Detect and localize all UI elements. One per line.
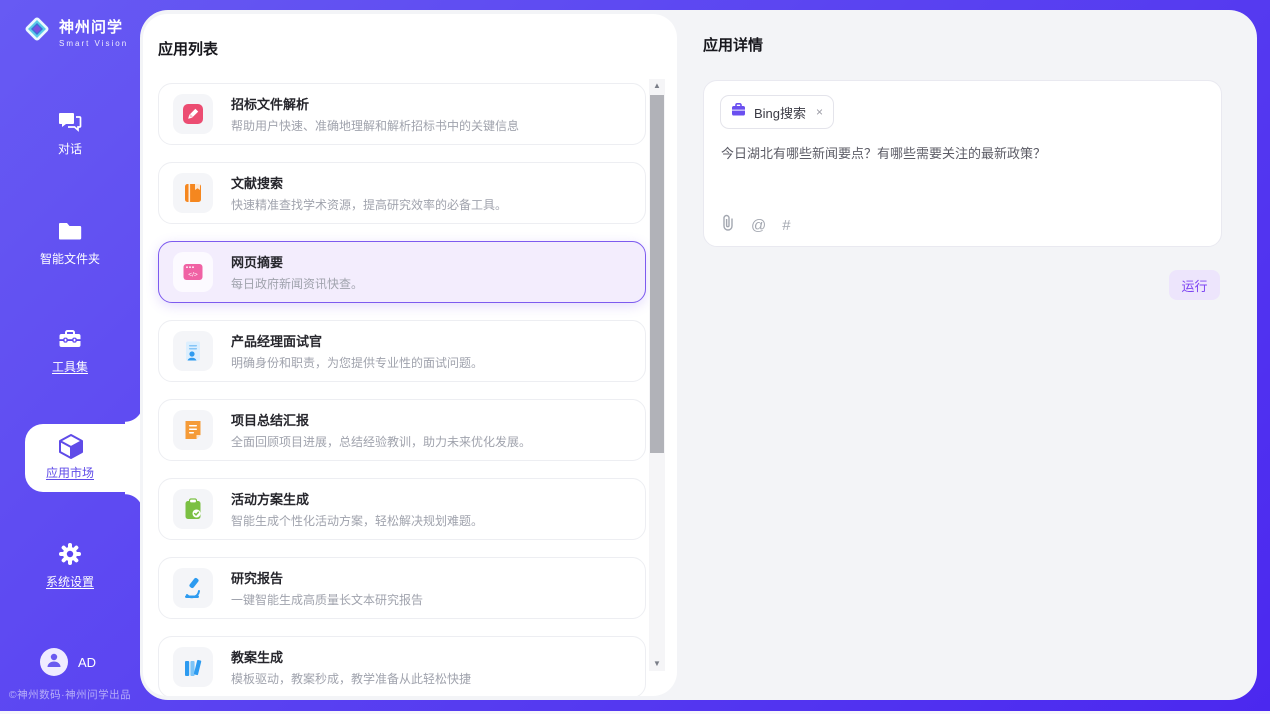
sidebar-item-app-market[interactable]: 应用市场	[0, 432, 140, 482]
folder-icon	[57, 218, 83, 244]
user-account[interactable]: AD	[40, 648, 96, 676]
app-card-desc: 全面回顾项目进展，总结经验教训，助力未来优化发展。	[231, 433, 531, 450]
sidebar-item-label: 对话	[58, 142, 82, 156]
app-card-lesson-plan[interactable]: 教案生成 模板驱动，教案秒成，教学准备从此轻松快捷	[158, 636, 646, 696]
app-card-pm-interviewer[interactable]: 产品经理面试官 明确身份和职责，为您提供专业性的面试问题。	[158, 320, 646, 382]
app-card-research-report[interactable]: 研究报告 一键智能生成高质量长文本研究报告	[158, 557, 646, 619]
app-list-panel: 应用列表 招标文件解析 帮助用户快速、准确地理解和解析招标书中的关键信息	[143, 14, 677, 696]
briefcase-icon	[731, 102, 746, 122]
toolbox-icon	[57, 326, 83, 352]
app-card-title: 项目总结汇报	[231, 410, 531, 429]
chat-icon	[57, 108, 83, 134]
app-card-title: 研究报告	[231, 568, 423, 587]
sidebar-item-label: 系统设置	[46, 575, 94, 589]
app-card-title: 产品经理面试官	[231, 331, 483, 350]
interviewer-icon	[173, 331, 213, 371]
books-icon	[173, 647, 213, 687]
app-card-desc: 模板驱动，教案秒成，教学准备从此轻松快捷	[231, 670, 471, 687]
sidebar-item-label: 应用市场	[46, 466, 94, 480]
app-detail-card: Bing搜索 × 今日湖北有哪些新闻要点？有哪些需要关注的最新政策？ @ #	[703, 80, 1222, 247]
bing-search-tag[interactable]: Bing搜索 ×	[720, 95, 834, 129]
microscope-icon	[173, 568, 213, 608]
sidebar-item-label: 工具集	[52, 360, 88, 374]
sidebar-item-chat[interactable]: 对话	[0, 108, 140, 158]
app-card-title: 活动方案生成	[231, 489, 483, 508]
app-card-title: 招标文件解析	[231, 94, 519, 113]
brand-subtitle: Smart Vision	[59, 39, 128, 48]
cube-icon	[57, 432, 83, 458]
scrollbar[interactable]: ▲ ▼	[649, 79, 665, 671]
sidebar-item-toolset[interactable]: 工具集	[0, 326, 140, 376]
memo-pen-icon	[173, 94, 213, 134]
mention-icon[interactable]: @	[751, 217, 766, 234]
app-card-desc: 每日政府新闻资讯快查。	[231, 275, 363, 292]
tag-label: Bing搜索	[754, 103, 806, 122]
app-card-title: 教案生成	[231, 647, 471, 666]
content-area: 应用列表 招标文件解析 帮助用户快速、准确地理解和解析招标书中的关键信息	[140, 10, 1257, 700]
run-button[interactable]: 运行	[1169, 270, 1220, 300]
scrollbar-up-arrow[interactable]: ▲	[649, 79, 665, 93]
app-card-literature-search[interactable]: 文献搜索 快速精准查找学术资源，提高研究效率的必备工具。	[158, 162, 646, 224]
sidebar-item-smart-folder[interactable]: 智能文件夹	[0, 218, 140, 268]
app-card-title: 文献搜索	[231, 173, 507, 192]
brand-name: 神州问学	[59, 16, 128, 37]
sidebar-item-label: 智能文件夹	[40, 252, 100, 266]
gear-icon	[57, 541, 83, 567]
app-card-project-summary[interactable]: 项目总结汇报 全面回顾项目进展，总结经验教训，助力未来优化发展。	[158, 399, 646, 461]
app-list: 招标文件解析 帮助用户快速、准确地理解和解析招标书中的关键信息 文献搜索	[158, 83, 646, 696]
app-card-desc: 明确身份和职责，为您提供专业性的面试问题。	[231, 354, 483, 371]
app-detail-title: 应用详情	[703, 34, 763, 55]
paperclip-icon[interactable]	[721, 214, 735, 236]
user-initials: AD	[78, 655, 96, 670]
user-avatar-icon	[45, 651, 63, 674]
close-icon[interactable]: ×	[814, 105, 823, 119]
copyright-text: ©神州数码·神州问学出品	[0, 687, 140, 702]
app-card-desc: 快速精准查找学术资源，提高研究效率的必备工具。	[231, 196, 507, 213]
app-card-event-plan[interactable]: 活动方案生成 智能生成个性化活动方案，轻松解决规划难题。	[158, 478, 646, 540]
avatar	[40, 648, 68, 676]
report-note-icon	[173, 410, 213, 450]
scrollbar-down-arrow[interactable]: ▼	[649, 657, 665, 671]
sidebar: 神州问学 Smart Vision 对话 智能文件夹	[0, 0, 140, 714]
diamond-gem-icon	[22, 14, 52, 49]
input-toolbar: @ #	[721, 214, 791, 236]
app-card-web-summary[interactable]: </> 网页摘要 每日政府新闻资讯快查。	[158, 241, 646, 303]
app-card-title: 网页摘要	[231, 252, 363, 271]
sidebar-item-settings[interactable]: 系统设置	[0, 541, 140, 591]
app-card-desc: 智能生成个性化活动方案，轻松解决规划难题。	[231, 512, 483, 529]
app-list-title: 应用列表	[158, 38, 218, 59]
book-icon	[173, 173, 213, 213]
app-card-desc: 一键智能生成高质量长文本研究报告	[231, 591, 423, 608]
browser-code-icon: </>	[173, 252, 213, 292]
app-window: 神州问学 Smart Vision 对话 智能文件夹	[0, 0, 1270, 714]
question-text-input[interactable]: 今日湖北有哪些新闻要点？有哪些需要关注的最新政策？	[721, 145, 1201, 163]
app-card-desc: 帮助用户快速、准确地理解和解析招标书中的关键信息	[231, 117, 519, 134]
hash-icon[interactable]: #	[782, 217, 790, 234]
app-card-bid-document-analysis[interactable]: 招标文件解析 帮助用户快速、准确地理解和解析招标书中的关键信息	[158, 83, 646, 145]
scrollbar-thumb[interactable]	[650, 95, 664, 453]
clipboard-check-icon	[173, 489, 213, 529]
brand-logo: 神州问学 Smart Vision	[22, 14, 128, 49]
code-glyph: </>	[188, 272, 198, 279]
